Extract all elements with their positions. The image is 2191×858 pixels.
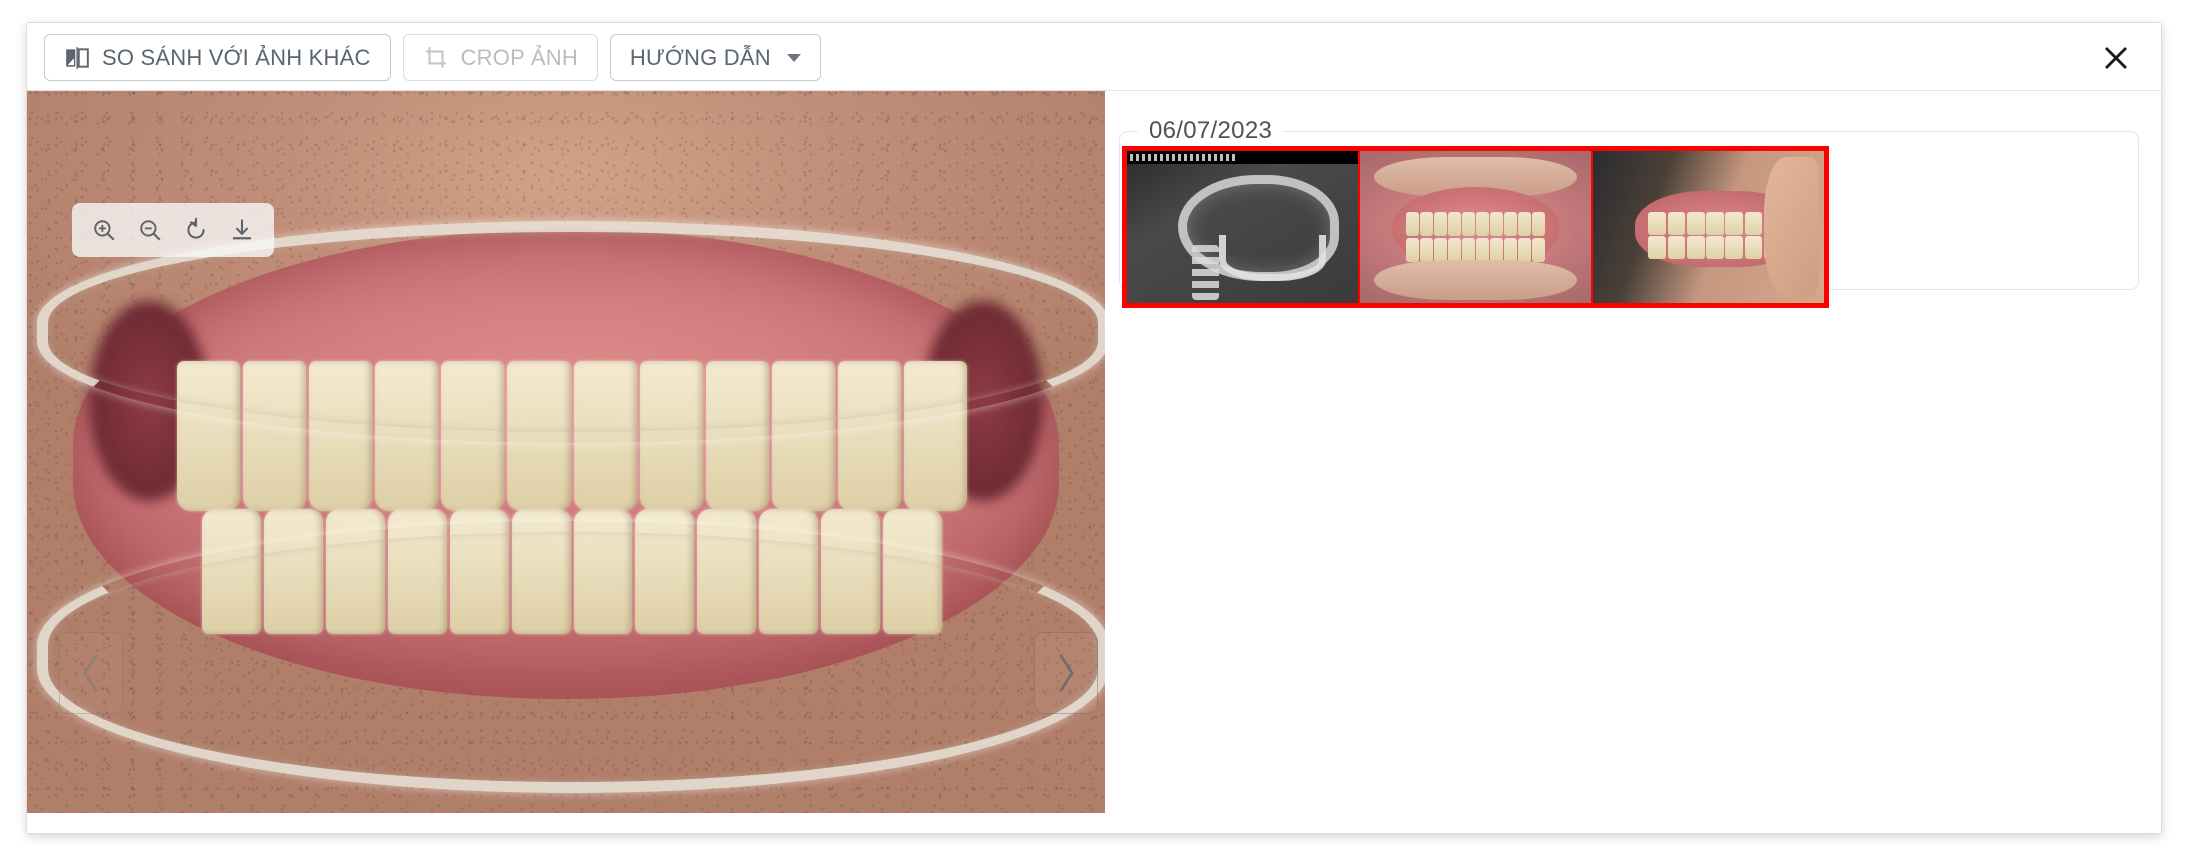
download-icon xyxy=(232,219,252,240)
download-button[interactable] xyxy=(222,210,262,250)
crop-button-label: CROP ẢNH xyxy=(460,44,578,70)
compare-images-icon xyxy=(64,45,90,71)
thumbnail-date-group: 06/07/2023 xyxy=(1119,117,2139,308)
image-tools-overlay xyxy=(72,203,274,257)
zoom-in-button[interactable] xyxy=(84,210,124,250)
front-lower-teeth xyxy=(1406,237,1545,262)
zoom-out-button[interactable] xyxy=(130,210,170,250)
zoom-in-icon xyxy=(94,220,115,241)
xray-spine xyxy=(1191,245,1220,300)
xray-header-bar xyxy=(1127,151,1358,164)
rotate-button[interactable] xyxy=(176,210,216,250)
guide-dropdown-button[interactable]: HƯỚNG DẪN xyxy=(609,34,821,81)
guide-button-label: HƯỚNG DẪN xyxy=(629,44,771,70)
main-image[interactable] xyxy=(27,91,1105,813)
chevron-right-icon xyxy=(1059,654,1074,692)
front-lip-bottom xyxy=(1373,260,1578,300)
next-image-button[interactable] xyxy=(1034,632,1098,714)
image-viewer-modal: SO SÁNH VỚI ẢNH KHÁC CROP ẢNH HƯỚNG DẪN xyxy=(26,22,2162,834)
close-icon xyxy=(2104,46,2128,70)
thumbnail-date-label: 06/07/2023 xyxy=(1149,117,1273,144)
rotate-icon xyxy=(187,217,205,239)
thumbnail-group-selected[interactable] xyxy=(1122,146,1829,308)
xray-jaw-outline xyxy=(1219,234,1326,282)
thumbnail-item-side[interactable] xyxy=(1593,151,1824,303)
crop-icon xyxy=(423,45,449,71)
thumbnail-item-front[interactable] xyxy=(1360,151,1591,303)
previous-image-button[interactable] xyxy=(59,632,123,714)
chevron-down-icon xyxy=(786,53,801,62)
toolbar: SO SÁNH VỚI ẢNH KHÁC CROP ẢNH HƯỚNG DẪN xyxy=(44,34,821,81)
zoom-out-icon xyxy=(140,220,161,241)
front-upper-teeth xyxy=(1406,211,1545,237)
compare-with-other-image-button[interactable]: SO SÁNH VỚI ẢNH KHÁC xyxy=(44,34,391,81)
thumbnail-item-xray[interactable] xyxy=(1127,151,1358,303)
crop-image-button[interactable]: CROP ẢNH xyxy=(402,34,598,81)
modal-body: 06/07/2023 xyxy=(27,91,2161,833)
side-hand xyxy=(1763,157,1820,297)
viewer-bottom-strip xyxy=(27,813,1105,833)
main-image-retractor-bottom xyxy=(37,521,1105,793)
close-button[interactable] xyxy=(2095,37,2137,79)
compare-button-label: SO SÁNH VỚI ẢNH KHÁC xyxy=(102,44,371,70)
thumbnail-pane: 06/07/2023 xyxy=(1105,91,2161,833)
modal-header: SO SÁNH VỚI ẢNH KHÁC CROP ẢNH HƯỚNG DẪN xyxy=(27,23,2161,91)
image-viewer-pane xyxy=(27,91,1105,833)
chevron-left-icon xyxy=(83,654,98,692)
